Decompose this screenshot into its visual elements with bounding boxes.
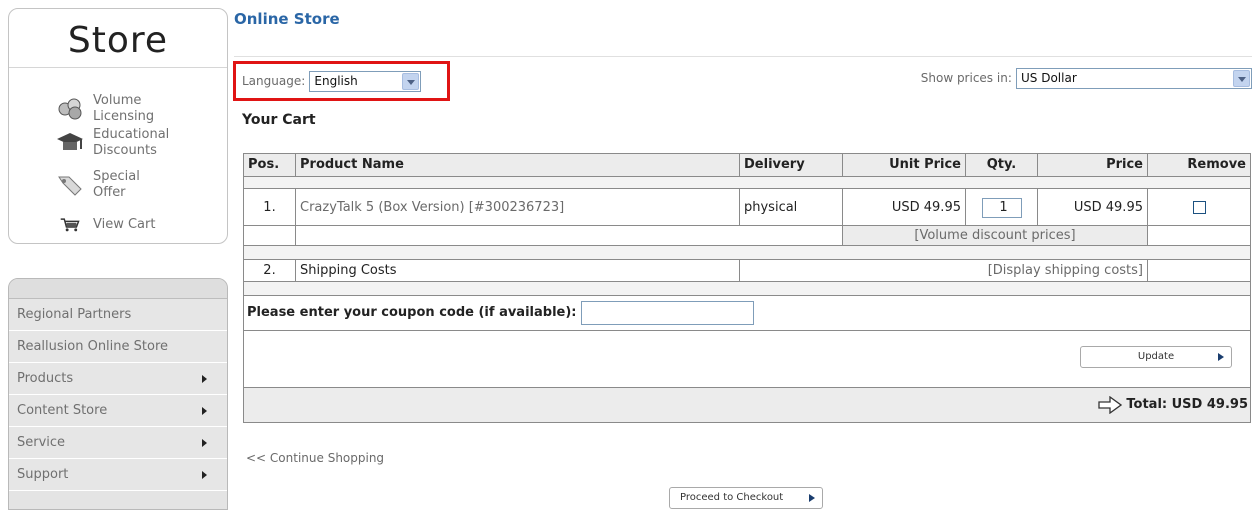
coupon-code-input[interactable]: [581, 300, 755, 325]
volume-discount-link[interactable]: [Volume discount prices]: [843, 226, 1148, 245]
currency-label: Show prices in:: [920, 71, 1012, 85]
nav-header: [9, 279, 227, 299]
col-remove: Remove: [1187, 157, 1246, 172]
side-navigation: Regional Partners Reallusion Online Stor…: [8, 278, 228, 510]
language-selector-highlight: Language: English: [233, 61, 450, 101]
col-delivery: Delivery: [740, 154, 843, 176]
currency-selector: Show prices in: US Dollar: [921, 68, 1252, 89]
row-spacer: [244, 177, 1250, 189]
shipping-pos: 2.: [244, 260, 296, 281]
nav-item-regional-partners[interactable]: Regional Partners: [9, 299, 227, 331]
remove-cell: [1148, 189, 1250, 225]
item-pos: 1.: [244, 189, 296, 225]
play-arrow-icon: [1218, 353, 1224, 361]
nav-item-online-store[interactable]: Reallusion Online Store: [9, 331, 227, 363]
col-qty: Qty.: [966, 154, 1038, 176]
row-spacer: [244, 282, 1250, 296]
table-row: 1. CrazyTalk 5 (Box Version) [#300236723…: [244, 189, 1250, 226]
shipping-label: Shipping Costs: [296, 260, 740, 281]
special-offer-link[interactable]: Special Offer: [55, 169, 140, 201]
graduation-cap-icon: [57, 133, 83, 150]
display-shipping-link[interactable]: [Display shipping costs]: [740, 260, 1148, 281]
chevron-right-icon: [202, 407, 207, 415]
table-row: 2. Shipping Costs [Display shipping cost…: [244, 260, 1250, 282]
language-label: Language:: [242, 74, 306, 88]
divider: [9, 67, 227, 68]
col-price: Price: [1038, 154, 1148, 176]
currency-select[interactable]: US Dollar: [1016, 68, 1252, 89]
language-select[interactable]: English: [309, 71, 422, 92]
item-delivery: physical: [740, 189, 843, 225]
play-arrow-icon: [809, 494, 815, 502]
total-row: Total: USD 49.95: [244, 388, 1250, 422]
coupon-label: Please enter your coupon code (if availa…: [247, 305, 577, 320]
volume-licensing-link[interactable]: Volume Licensing: [55, 93, 154, 125]
col-unit-price: Unit Price: [843, 154, 966, 176]
continue-shopping-link[interactable]: << Continue Shopping: [246, 451, 384, 465]
cart-table: Pos. Product Name Delivery Unit Price Qt…: [243, 153, 1251, 423]
chevron-right-icon: [202, 439, 207, 447]
item-price: USD 49.95: [1038, 189, 1148, 225]
update-row: Update: [244, 331, 1250, 388]
item-unit-price: USD 49.95: [843, 189, 966, 225]
coupon-row: Please enter your coupon code (if availa…: [244, 296, 1250, 331]
educational-discounts-link[interactable]: Educational Discounts: [55, 127, 169, 159]
proceed-to-checkout-button[interactable]: Proceed to Checkout: [669, 487, 823, 509]
nav-item-service[interactable]: Service: [9, 427, 227, 459]
qty-cell: 1: [966, 189, 1038, 225]
arrow-right-outline-icon: [1098, 395, 1123, 414]
table-header: Pos. Product Name Delivery Unit Price Qt…: [244, 154, 1250, 177]
cart-title: Your Cart: [242, 112, 316, 128]
chevron-right-icon: [202, 471, 207, 479]
total-amount: Total: USD 49.95: [1126, 397, 1248, 412]
tag-icon: [58, 176, 82, 196]
item-product-name: CrazyTalk 5 (Box Version) [#300236723]: [296, 189, 740, 225]
quantity-input[interactable]: 1: [981, 197, 1022, 218]
remove-checkbox[interactable]: [1192, 201, 1206, 214]
col-product: Product Name: [296, 154, 740, 176]
volume-row: [Volume discount prices]: [244, 226, 1250, 246]
chevron-right-icon: [202, 375, 207, 383]
people-icon: [58, 98, 82, 120]
chevron-down-icon: [1233, 70, 1250, 87]
chevron-down-icon: [402, 73, 420, 90]
view-cart-link[interactable]: View Cart: [55, 217, 155, 237]
store-title: Store: [67, 20, 169, 61]
row-spacer: [244, 246, 1250, 260]
nav-item-content-store[interactable]: Content Store: [9, 395, 227, 427]
update-button[interactable]: Update: [1080, 346, 1232, 368]
page-title: Online Store: [234, 10, 340, 28]
divider: [234, 56, 1252, 57]
shopping-cart-icon: [60, 218, 80, 232]
col-pos: Pos.: [244, 154, 296, 176]
nav-item-products[interactable]: Products: [9, 363, 227, 395]
nav-item-support[interactable]: Support: [9, 459, 227, 491]
store-panel: Store Volume Licensing Educational Discoun…: [8, 8, 228, 244]
